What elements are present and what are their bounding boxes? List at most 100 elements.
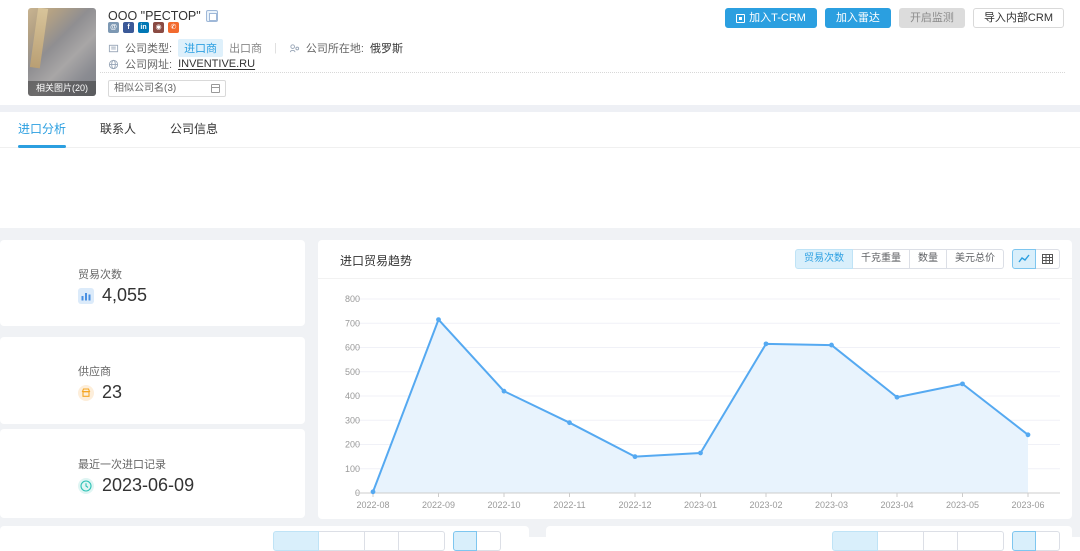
metric-button[interactable] — [273, 531, 319, 551]
photo-decor — [30, 8, 48, 68]
main-tabs: 进口分析 联系人 公司信息 — [0, 112, 1080, 148]
copy-icon[interactable] — [206, 10, 218, 22]
svg-text:2023-02: 2023-02 — [749, 500, 782, 510]
line-chart-icon[interactable] — [1012, 531, 1036, 551]
exporter-tag[interactable]: 出口商 — [229, 40, 262, 56]
instagram-icon[interactable]: ◉ — [153, 22, 164, 33]
chart-title: 进口贸易趋势 — [340, 252, 412, 269]
stat-value: 4,055 — [102, 285, 147, 306]
metric-quantity[interactable]: 数量 — [910, 249, 947, 269]
location-label: 公司所在地: — [306, 40, 364, 56]
svg-text:2023-05: 2023-05 — [946, 500, 979, 510]
metric-button[interactable] — [399, 531, 445, 551]
company-type-row: 公司类型: 进口商 出口商 | 公司所在地: 俄罗斯 — [108, 39, 403, 57]
t-crm-icon — [736, 14, 745, 23]
location-value: 俄罗斯 — [370, 40, 403, 56]
line-chart-icon[interactable] — [1012, 249, 1036, 269]
svg-text:2022-08: 2022-08 — [356, 500, 389, 510]
location-icon — [289, 43, 300, 54]
stat-label: 供应商 — [78, 363, 111, 379]
building-icon — [108, 43, 119, 54]
svg-text:800: 800 — [345, 294, 360, 304]
metric-button[interactable] — [365, 531, 399, 551]
section-band — [0, 105, 1080, 112]
metric-toggle-group — [273, 531, 445, 551]
website-link[interactable]: INVENTIVE.RU — [178, 58, 255, 70]
svg-text:2022-10: 2022-10 — [487, 500, 520, 510]
chart-controls — [273, 531, 501, 551]
metric-usd-total[interactable]: 美元总价 — [947, 249, 1004, 269]
shop-icon — [78, 385, 94, 401]
metric-button[interactable] — [958, 531, 1004, 551]
metric-trade-count[interactable]: 贸易次数 — [795, 249, 853, 269]
company-type-label: 公司类型: — [125, 40, 172, 56]
metric-button[interactable] — [878, 531, 924, 551]
phone-icon[interactable]: ✆ — [168, 22, 179, 33]
svg-text:2023-04: 2023-04 — [880, 500, 913, 510]
website-label: 公司网址: — [125, 56, 172, 72]
content-area: 贸易次数 4,055 供应商 23 最近一次进口记录 2023-06-09 进口… — [0, 228, 1080, 537]
related-images-label[interactable]: 相关图片(20) — [28, 81, 96, 96]
add-tcrm-button[interactable]: 加入T-CRM — [725, 8, 817, 28]
svg-text:2023-06: 2023-06 — [1011, 500, 1044, 510]
chart-controls: 贸易次数 千克重量 数量 美元总价 — [795, 249, 1060, 269]
metric-button[interactable] — [924, 531, 958, 551]
svg-text:300: 300 — [345, 415, 360, 425]
stat-card-last-import: 最近一次进口记录 2023-06-09 — [0, 429, 305, 518]
stat-label: 贸易次数 — [78, 266, 122, 282]
at-icon[interactable]: @ — [108, 22, 119, 33]
view-toggle-group — [1012, 249, 1060, 269]
header-divider — [100, 72, 1065, 73]
table-icon[interactable] — [1036, 249, 1060, 269]
company-photo[interactable]: 相关图片(20) — [28, 8, 96, 96]
facebook-icon[interactable]: f — [123, 22, 134, 33]
svg-text:2022-12: 2022-12 — [618, 500, 651, 510]
import-trend-chart: 01002003004005006007008002022-082022-092… — [318, 280, 1072, 515]
svg-text:600: 600 — [345, 343, 360, 353]
line-chart-icon[interactable] — [453, 531, 477, 551]
svg-text:2023-01: 2023-01 — [684, 500, 717, 510]
svg-text:400: 400 — [345, 391, 360, 401]
svg-text:200: 200 — [345, 440, 360, 450]
import-trend-card: 进口贸易趋势 贸易次数 千克重量 数量 美元总价 010020030040050… — [318, 240, 1072, 519]
company-header: 相关图片(20) OOO "PECTOP" @ f in ◉ ✆ 公司类型: 进… — [0, 0, 1080, 105]
clock-icon — [78, 478, 94, 494]
stat-card-suppliers: 供应商 23 — [0, 337, 305, 424]
add-radar-button[interactable]: 加入雷达 — [825, 8, 891, 28]
bar-chart-icon — [78, 288, 94, 304]
metric-button[interactable] — [319, 531, 365, 551]
svg-text:500: 500 — [345, 367, 360, 377]
table-icon[interactable] — [1036, 531, 1060, 551]
view-toggle-group — [453, 531, 501, 551]
import-internal-crm-button[interactable]: 导入内部CRM — [973, 8, 1064, 28]
stat-value: 2023-06-09 — [102, 475, 194, 496]
bottom-left-analysis-card — [0, 526, 529, 546]
start-monitoring-button[interactable]: 开启监测 — [899, 8, 965, 28]
metric-toggle-group — [832, 531, 1004, 551]
tab-contacts[interactable]: 联系人 — [100, 112, 136, 148]
company-name: OOO "PECTOP" — [108, 9, 218, 23]
social-links: @ f in ◉ ✆ — [108, 22, 179, 33]
metric-toggle-group: 贸易次数 千克重量 数量 美元总价 — [795, 249, 1004, 269]
importer-tag[interactable]: 进口商 — [178, 39, 223, 57]
website-row: 公司网址: INVENTIVE.RU — [108, 56, 255, 72]
svg-text:700: 700 — [345, 318, 360, 328]
view-toggle-group — [1012, 531, 1060, 551]
metric-kg-weight[interactable]: 千克重量 — [853, 249, 910, 269]
stat-label: 最近一次进口记录 — [78, 456, 166, 472]
svg-text:2022-09: 2022-09 — [422, 500, 455, 510]
svg-text:2023-03: 2023-03 — [815, 500, 848, 510]
panel-icon — [211, 84, 220, 93]
tab-company-info[interactable]: 公司信息 — [170, 112, 218, 148]
svg-text:100: 100 — [345, 464, 360, 474]
metric-button[interactable] — [832, 531, 878, 551]
globe-icon — [108, 59, 119, 70]
stat-value-row: 4,055 — [78, 285, 147, 306]
chart-controls — [832, 531, 1060, 551]
header-actions: 加入T-CRM 加入雷达 开启监测 导入内部CRM — [725, 8, 1064, 28]
table-icon[interactable] — [477, 531, 501, 551]
filter-section: 其他筛选: 2022-06-27 2023-06-26 全部产品 ∨ 全部HS编… — [0, 148, 1080, 228]
linkedin-icon[interactable]: in — [138, 22, 149, 33]
tab-import-analysis[interactable]: 进口分析 — [18, 112, 66, 148]
similar-companies-button[interactable]: 相似公司名(3) — [108, 80, 226, 97]
